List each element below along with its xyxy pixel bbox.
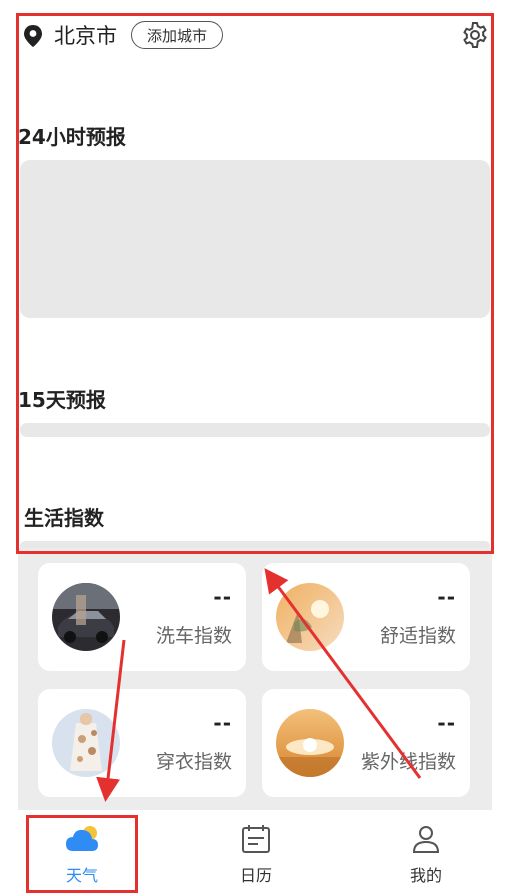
dressing-image — [52, 709, 120, 777]
tab-profile[interactable]: 我的 — [366, 810, 486, 896]
tab-calendar[interactable]: 日历 — [196, 810, 316, 896]
car-wash-index-card[interactable]: -- 洗车指数 — [38, 563, 246, 671]
dressing-index-card[interactable]: -- 穿衣指数 — [38, 689, 246, 797]
tab-profile-label: 我的 — [409, 866, 442, 885]
comfort-index-card[interactable]: -- 舒适指数 — [262, 563, 470, 671]
uv-index-label: 紫外线指数 — [360, 751, 456, 773]
dressing-index-value: -- — [213, 711, 232, 735]
comfort-image — [276, 583, 344, 651]
uv-index-value: -- — [437, 711, 456, 735]
annotation-frame-main — [16, 13, 494, 554]
comfort-index-value: -- — [437, 585, 456, 609]
dressing-index-label: 穿衣指数 — [155, 751, 232, 773]
uv-index-card[interactable]: -- 紫外线指数 — [262, 689, 470, 797]
tab-calendar-label: 日历 — [239, 866, 272, 885]
car-wash-index-label: 洗车指数 — [155, 625, 232, 647]
calendar-icon — [242, 825, 270, 853]
user-icon — [412, 826, 440, 853]
uv-image — [276, 709, 344, 777]
annotation-frame-tab — [26, 815, 138, 893]
car-wash-image — [52, 583, 120, 651]
car-wash-index-value: -- — [213, 585, 232, 609]
comfort-index-label: 舒适指数 — [379, 625, 456, 647]
